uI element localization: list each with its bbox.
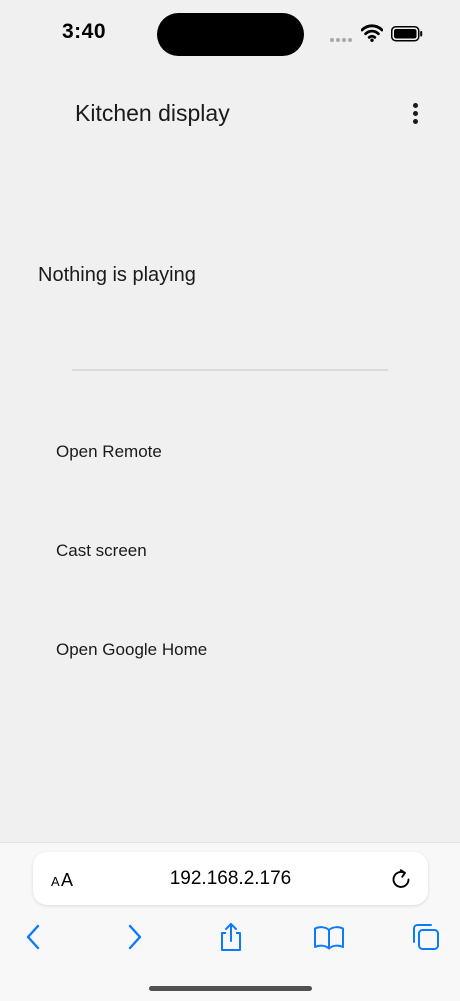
page-title: Kitchen display: [75, 100, 230, 126]
address-bar[interactable]: A A 192.168.2.176: [33, 852, 428, 905]
wifi-icon: [361, 24, 383, 42]
open-remote-button[interactable]: Open Remote: [36, 428, 426, 476]
dynamic-island: [157, 13, 304, 56]
reload-icon[interactable]: [388, 866, 414, 892]
cast-screen-label: Cast screen: [56, 541, 147, 560]
open-google-home-label: Open Google Home: [56, 640, 208, 659]
share-icon: [221, 923, 241, 951]
app-header: Kitchen display: [0, 90, 460, 138]
more-vertical-icon: [413, 103, 418, 108]
tabs-button[interactable]: [406, 919, 446, 955]
bookmarks-icon: [314, 926, 344, 950]
status-time: 3:40: [62, 20, 107, 43]
text-size-small-a: A: [51, 874, 60, 889]
divider: [72, 369, 388, 371]
forward-button[interactable]: [114, 919, 154, 955]
browser-toolbar: A A 192.168.2.176: [0, 842, 460, 1001]
status-bar: 3:40: [0, 0, 460, 70]
tabs-icon: [413, 924, 439, 950]
text-size-large-a: A: [61, 870, 74, 890]
status-icons: [330, 22, 430, 48]
url-text[interactable]: 192.168.2.176: [93, 868, 368, 890]
battery-icon: [391, 26, 423, 42]
open-remote-label: Open Remote: [56, 442, 162, 461]
now-playing-status: Nothing is playing: [38, 264, 196, 286]
share-button[interactable]: [211, 919, 251, 955]
cast-screen-button[interactable]: Cast screen: [36, 527, 426, 575]
text-size-button[interactable]: A A: [45, 861, 81, 897]
home-indicator: [149, 986, 312, 991]
forward-icon: [128, 924, 142, 950]
back-icon: [26, 924, 40, 950]
bookmarks-button[interactable]: [308, 919, 348, 955]
more-options-button[interactable]: [400, 96, 432, 132]
back-button[interactable]: [14, 919, 54, 955]
open-google-home-button[interactable]: Open Google Home: [36, 626, 426, 674]
